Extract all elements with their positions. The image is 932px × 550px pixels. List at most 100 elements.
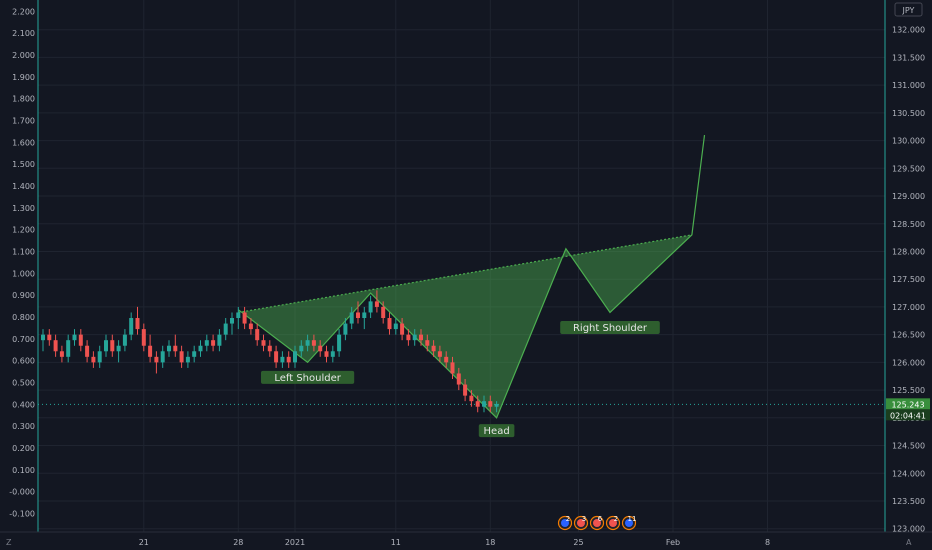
candle-body (72, 334, 77, 341)
right-axis-tick-label: 131.500 (892, 53, 925, 62)
price-tag-value: 125.243 (891, 400, 924, 409)
candle-body (267, 345, 272, 352)
candle-body (154, 356, 159, 363)
time-axis-tick-label: 2021 (285, 538, 305, 547)
candle-body (135, 318, 140, 330)
left-shoulder-label[interactable]: Left Shoulder (261, 370, 355, 384)
candle-body (66, 340, 71, 357)
right-axis-tick-label: 130.500 (892, 109, 925, 118)
candle-body (368, 301, 373, 313)
left-axis-tick-label: 0.200 (12, 444, 35, 453)
left-axis-tick-label: 1.200 (12, 226, 35, 235)
candle-body (198, 345, 203, 352)
candle-body (230, 318, 234, 324)
candle-body (110, 340, 115, 352)
candle-body (53, 340, 58, 352)
candle-body (362, 312, 367, 319)
currency-badge[interactable]: JPY (894, 2, 923, 17)
time-axis-tick-label: 8 (765, 538, 770, 547)
left-axis-tick-label: 2.000 (12, 51, 35, 60)
candle-body (248, 323, 253, 330)
right-axis-tick-label: 126.500 (892, 331, 925, 340)
candle-body (482, 401, 486, 407)
left-axis-tick-label: 1.600 (12, 138, 35, 147)
left-axis-tick-label: 1.300 (12, 204, 35, 213)
candle-body (330, 351, 335, 357)
right-shoulder-label[interactable]: Right Shoulder (560, 320, 660, 334)
time-axis-tick-label: 25 (573, 538, 583, 547)
candle-body (311, 340, 316, 346)
price-chart[interactable]: Left Shoulder Head Right Shoulder 2.200 2.1… (0, 0, 932, 550)
candle-body (274, 351, 279, 363)
left-axis-tick-label: 1.500 (12, 160, 35, 169)
candle-body (349, 312, 354, 324)
candle-body (236, 312, 241, 319)
time-axis-tick-label: 21 (139, 538, 149, 547)
candle-body (173, 345, 178, 352)
candle-body (192, 351, 197, 357)
head-label-text: Head (484, 426, 510, 437)
left-axis-tick-label: 1.800 (12, 95, 35, 104)
candle-body (104, 340, 108, 352)
candle-body (425, 340, 430, 346)
candle-body (437, 351, 442, 357)
candle-body (419, 334, 423, 341)
left-axis-tick-label: 1.700 (12, 117, 35, 126)
candle-body (41, 334, 45, 341)
head-label[interactable]: Head (478, 424, 515, 438)
candle-body (167, 345, 171, 352)
right-axis-tick-label: 128.000 (892, 247, 925, 256)
right-axis-tick-label: 124.500 (892, 442, 925, 451)
time-axis-tick-label: 18 (485, 538, 495, 547)
candle-body (185, 356, 190, 363)
right-axis-tick-label: 129.500 (892, 164, 925, 173)
left-axis-tick-label: 0.600 (12, 357, 35, 366)
right-axis-tick-label: 131.000 (892, 81, 925, 90)
candle-body (148, 345, 153, 357)
right-shoulder-label-text: Right Shoulder (573, 323, 648, 334)
candle-body (406, 334, 411, 341)
left-axis-tick-label: 0.400 (12, 400, 35, 409)
candle-body (299, 345, 304, 352)
candle-body (356, 312, 360, 319)
candle-body (343, 323, 348, 335)
candle-body (305, 340, 310, 346)
footer-left-label: Z (6, 538, 12, 547)
left-axis-tick-label: 1.400 (12, 182, 35, 191)
left-axis-tick-label: -0.000 (9, 488, 35, 497)
left-axis-tick-label: 2.100 (12, 29, 35, 38)
candle-body (450, 362, 455, 374)
left-axis-tick-label: -0.100 (9, 510, 35, 519)
time-axis-tick-label: 28 (233, 538, 243, 547)
candle-body (387, 318, 392, 330)
right-axis-tick-label: 128.500 (892, 220, 925, 229)
candle-body (217, 334, 222, 346)
event-badge-count: 2 (566, 515, 570, 523)
candle-body (374, 301, 379, 307)
candle-body (97, 351, 102, 363)
left-shoulder-label-text: Left Shoulder (274, 373, 341, 384)
right-axis-tick-label: 126.000 (892, 358, 925, 367)
left-axis-tick-label: 1.000 (12, 269, 35, 278)
right-axis-tick-label: 123.500 (892, 497, 925, 506)
candle-body (412, 334, 417, 341)
right-axis-tick-label: 127.000 (892, 303, 925, 312)
candle-body (381, 306, 386, 319)
event-badge-count: 3 (582, 515, 586, 523)
candle-body (444, 356, 449, 363)
right-axis-tick-label: 125.500 (892, 386, 925, 395)
candle-body (211, 340, 216, 346)
candle-body (179, 351, 184, 363)
candle-body (456, 373, 461, 385)
left-axis-tick-label: 1.100 (12, 248, 35, 257)
candle-body (204, 340, 209, 346)
footer-right-label: A (906, 538, 912, 547)
candle-body (280, 356, 285, 363)
candle-body (431, 345, 436, 352)
right-axis-tick-label: 127.500 (892, 275, 925, 284)
left-axis-tick-label: 1.900 (12, 73, 35, 82)
right-axis-tick-label: 124.000 (892, 469, 925, 478)
left-axis-tick-label: 0.900 (12, 291, 35, 300)
event-badge-count: 2 (614, 515, 618, 523)
candle-body (78, 334, 83, 346)
